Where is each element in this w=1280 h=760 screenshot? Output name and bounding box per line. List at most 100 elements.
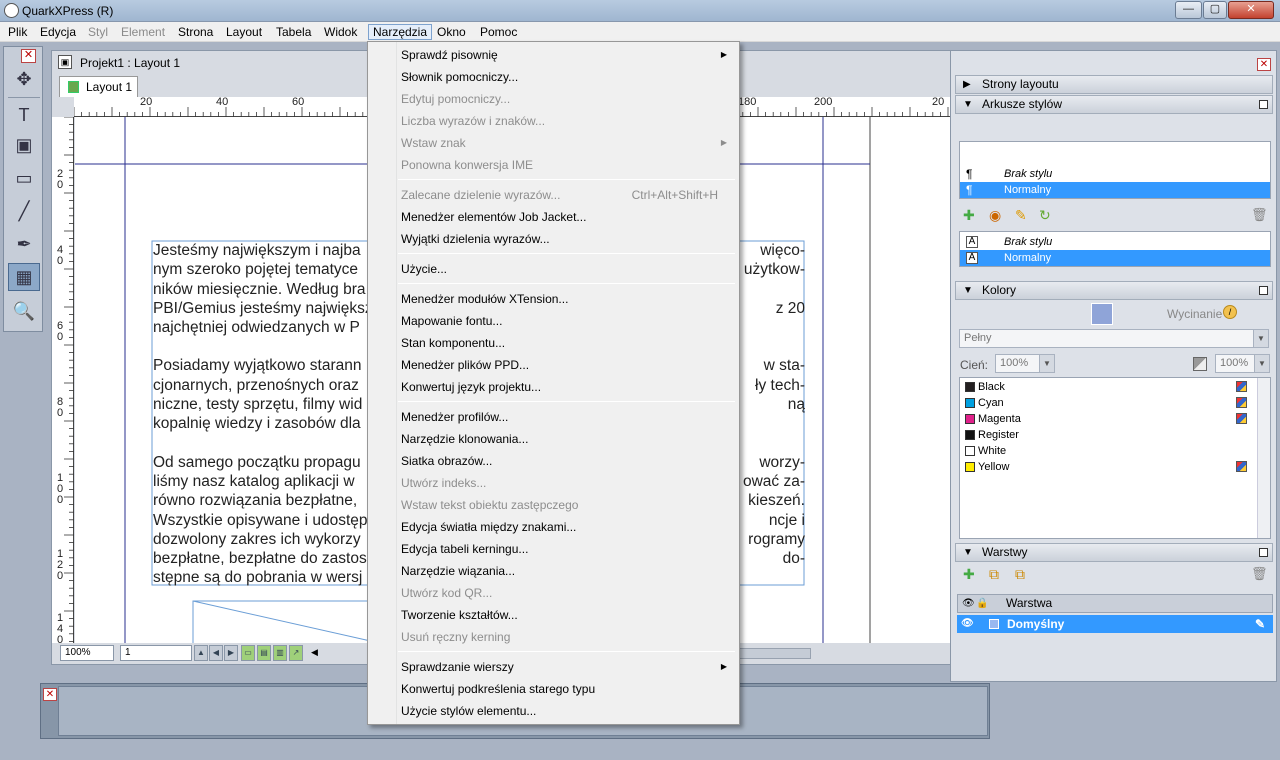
vertical-ruler[interactable]: 2 0 4 0 6 0 8 0 1 0 0 1 2 0 1 4 0 bbox=[52, 117, 74, 646]
dock-icon[interactable] bbox=[1259, 286, 1268, 295]
layers-header[interactable]: ▼ Warstwy bbox=[955, 543, 1273, 562]
menu-item[interactable]: Edytuj pomocniczy... bbox=[370, 88, 737, 110]
menu-item[interactable]: Edycja tabeli kerningu... bbox=[370, 538, 737, 560]
horizontal-scrollbar[interactable] bbox=[736, 648, 811, 659]
dock-icon[interactable] bbox=[1259, 548, 1268, 557]
menu-item[interactable]: Siatka obrazów... bbox=[370, 450, 737, 472]
colors-scrollbar[interactable] bbox=[1257, 378, 1270, 538]
menu-item[interactable]: Utwórz kod QR... bbox=[370, 582, 737, 604]
menu-item[interactable]: Utwórz indeks... bbox=[370, 472, 737, 494]
new-style-icon[interactable]: ✚ bbox=[963, 207, 975, 224]
menu-item[interactable]: Liczba wyrazów i znaków... bbox=[370, 110, 737, 132]
menu-1[interactable]: Edycja bbox=[36, 24, 80, 40]
menu-5[interactable]: Layout bbox=[222, 24, 266, 40]
page-field[interactable]: 1 bbox=[120, 645, 192, 661]
maximize-button[interactable]: ▢ bbox=[1203, 1, 1227, 19]
menu-item[interactable]: Ponowna konwersja IME bbox=[370, 154, 737, 176]
layer-row-default[interactable]: 👁 Domyślny ✎ bbox=[957, 615, 1273, 633]
pencil-icon[interactable]: ✎ bbox=[1255, 615, 1265, 633]
menu-item[interactable]: Narzędzie wiązania... bbox=[370, 560, 737, 582]
close-palette-icon[interactable]: ✕ bbox=[1257, 58, 1271, 71]
menu-item[interactable]: Narzędzie klonowania... bbox=[370, 428, 737, 450]
menu-item[interactable]: Menedżer profilów... bbox=[370, 406, 737, 428]
menu-item[interactable]: Wstaw tekst obiektu zastępczego bbox=[370, 494, 737, 516]
text-tool-icon[interactable]: T bbox=[8, 101, 40, 129]
shade-select[interactable]: 100% ▼ bbox=[995, 354, 1055, 373]
menu-item[interactable]: Edycja światła między znakami... bbox=[370, 516, 737, 538]
color-row[interactable]: Register bbox=[960, 427, 1270, 443]
refresh-icon[interactable]: ↻ bbox=[1039, 207, 1051, 224]
new-layer-icon[interactable]: ✚ bbox=[963, 566, 975, 583]
color-row[interactable]: Yellow bbox=[960, 459, 1270, 475]
view-mode-icon[interactable]: ▭ bbox=[241, 645, 255, 661]
minimize-button[interactable]: — bbox=[1175, 1, 1202, 19]
grid-view-icon[interactable]: ▥ bbox=[273, 645, 287, 661]
trash-icon[interactable]: 🗑 bbox=[1251, 566, 1268, 582]
style-row[interactable]: ¶ Brak stylu bbox=[960, 166, 1270, 182]
opacity-select[interactable]: 100% ▼ bbox=[1215, 354, 1270, 373]
menu-item[interactable]: Wyjątki dzielenia wyrazów... bbox=[370, 228, 737, 250]
color-row[interactable]: Cyan bbox=[960, 395, 1270, 411]
export-icon[interactable]: ↗ bbox=[289, 645, 303, 661]
table-tool-icon[interactable]: ▦ bbox=[8, 263, 40, 291]
zoom-field[interactable]: 100% bbox=[60, 645, 114, 661]
trash-icon[interactable]: 🗑 bbox=[1251, 207, 1268, 223]
menu-6[interactable]: Tabela bbox=[272, 24, 315, 40]
menu-item[interactable]: Wstaw znak ▶ bbox=[370, 132, 737, 154]
menu-item[interactable]: Użycie... bbox=[370, 258, 737, 280]
eye-icon[interactable]: 👁 bbox=[961, 615, 974, 633]
fill-color-swatch[interactable] bbox=[1091, 303, 1113, 325]
menu-0[interactable]: Plik bbox=[4, 24, 31, 40]
merge-layers-icon[interactable]: ⧉ bbox=[989, 566, 999, 583]
close-icon[interactable]: ✕ bbox=[21, 49, 36, 63]
style-row[interactable]: A Normalny bbox=[960, 250, 1270, 266]
style-row[interactable]: ¶ Normalny bbox=[960, 182, 1270, 198]
menu-item[interactable]: Menedżer plików PPD... bbox=[370, 354, 737, 376]
menu-item[interactable]: Sprawdź pisownię ▶ bbox=[370, 44, 737, 66]
move-to-layer-icon[interactable]: ⧉ bbox=[1015, 566, 1025, 583]
menu-item[interactable]: Usuń ręczny kerning bbox=[370, 626, 737, 648]
split-view-icon[interactable]: ▤ bbox=[257, 645, 271, 661]
color-row[interactable]: Black bbox=[960, 379, 1270, 395]
menu-item[interactable]: Zalecane dzielenie wyrazów... Ctrl+Alt+Sh… bbox=[370, 184, 737, 206]
pencil-icon[interactable]: ✎ bbox=[1015, 207, 1027, 224]
move-tool-icon[interactable]: ✥ bbox=[8, 65, 40, 93]
tab-layout-1[interactable]: Layout 1 bbox=[59, 76, 138, 97]
overprint-icon[interactable]: / bbox=[1223, 305, 1237, 319]
menu-item[interactable]: Konwertuj język projektu... bbox=[370, 376, 737, 398]
edit-style-icon[interactable]: ◉ bbox=[989, 207, 1001, 224]
menu-item[interactable]: Konwertuj podkreślenia starego typu bbox=[370, 678, 737, 700]
menu-4[interactable]: Strona bbox=[174, 24, 217, 40]
pen-tool-icon[interactable]: ✒ bbox=[8, 230, 40, 258]
next-page-icon[interactable]: ▶ bbox=[224, 645, 238, 661]
fill-type-select[interactable]: Pełny ▼ bbox=[959, 329, 1269, 348]
menu-2[interactable]: Styl bbox=[84, 24, 112, 40]
menu-item[interactable]: Sprawdzanie wierszy ▶ bbox=[370, 656, 737, 678]
style-sheets-header[interactable]: ▼ Arkusze stylów bbox=[955, 95, 1273, 114]
menu-item[interactable]: Mapowanie fontu... bbox=[370, 310, 737, 332]
colors-header[interactable]: ▼ Kolory bbox=[955, 281, 1273, 300]
menu-item[interactable]: Menedżer modułów XTension... bbox=[370, 288, 737, 310]
menu-item[interactable]: Tworzenie kształtów... bbox=[370, 604, 737, 626]
menu-item[interactable]: Stan komponentu... bbox=[370, 332, 737, 354]
scroll-left-icon[interactable]: ◀ bbox=[311, 647, 318, 658]
zoom-tool-icon[interactable]: 🔍 bbox=[8, 297, 40, 325]
menu-9[interactable]: Okno bbox=[433, 24, 470, 40]
close-icon[interactable]: ✕ bbox=[43, 688, 57, 701]
page-up-icon[interactable]: ▲ bbox=[194, 645, 208, 661]
color-row[interactable]: Magenta bbox=[960, 411, 1270, 427]
menu-item[interactable]: Menedżer elementów Job Jacket... bbox=[370, 206, 737, 228]
line-tool-icon[interactable]: ╱ bbox=[8, 197, 40, 225]
layout-pages-header[interactable]: ▶ Strony layoutu bbox=[955, 75, 1273, 94]
image-box-tool-icon[interactable]: ▣ bbox=[8, 131, 40, 159]
menu-3[interactable]: Element bbox=[117, 24, 169, 40]
rectangle-tool-icon[interactable]: ▭ bbox=[8, 164, 40, 192]
menu-8[interactable]: Narzędzia bbox=[368, 24, 433, 40]
close-button[interactable]: ✕ bbox=[1228, 1, 1274, 19]
color-row[interactable]: White bbox=[960, 443, 1270, 459]
menu-item[interactable]: Użycie stylów elementu... bbox=[370, 700, 737, 722]
menu-10[interactable]: Pomoc bbox=[476, 24, 521, 40]
prev-page-icon[interactable]: ◀ bbox=[209, 645, 223, 661]
menu-7[interactable]: Widok bbox=[320, 24, 361, 40]
style-row[interactable]: A Brak stylu bbox=[960, 234, 1270, 250]
